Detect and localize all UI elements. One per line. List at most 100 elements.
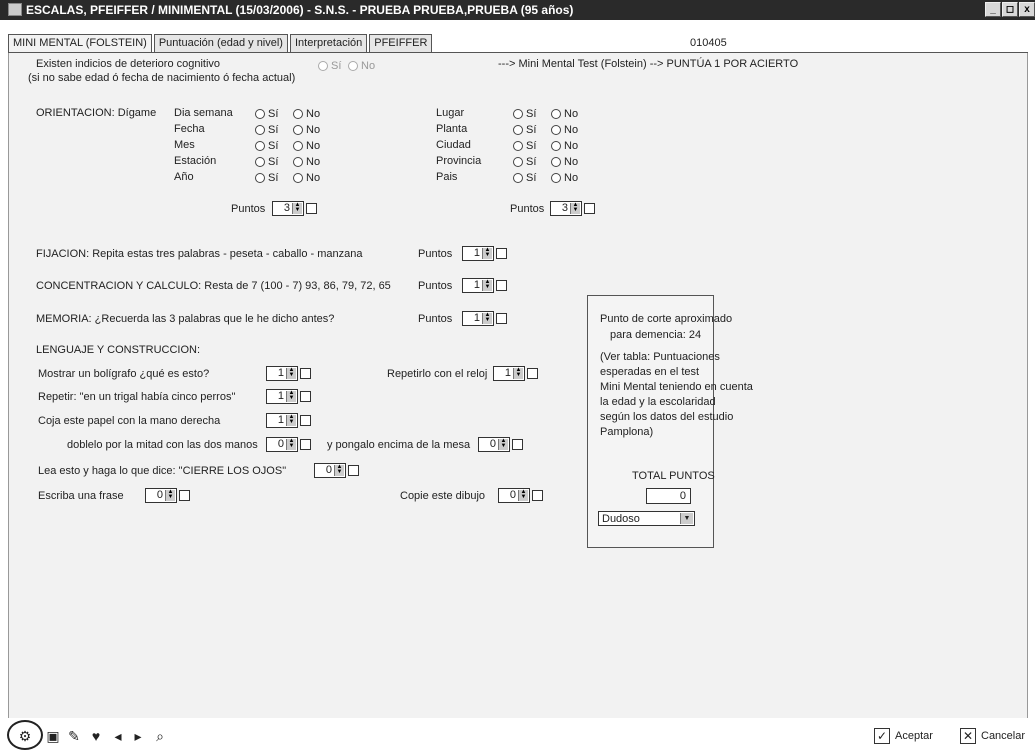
frase-checkbox[interactable] [179,490,190,501]
record-code: 010405 [690,37,727,49]
deterioro-label: Existen indicios de deterioro cognitivo [36,58,221,70]
estacion-si-radio[interactable]: Sí [255,156,278,168]
tab-puntuacion[interactable]: Puntuación (edad y nivel) [153,34,288,53]
mes-no-radio[interactable]: No [293,140,320,152]
fijacion-label: FIJACION: Repita estas tres palabras - p… [36,248,363,260]
reloj-label: Repetirlo con el reloj [387,368,488,380]
fecha-no-radio[interactable]: No [293,124,320,136]
doblelo-spinner[interactable]: 0 ▲ ▼ [266,437,311,452]
concentracion-checkbox[interactable] [496,280,507,291]
tab-pfeiffer[interactable]: PFEIFFER [369,34,433,53]
orient-item-estacion: Estación [174,155,217,167]
fecha-si-radio[interactable]: Sí [255,124,278,136]
orient-item-lugar: Lugar [436,107,465,119]
deterioro-note: (si no sabe edad ó fecha de nacimiento ó… [28,72,296,84]
orient-left-checkbox[interactable] [306,203,317,214]
ver-line-6: Pamplona) [600,426,654,438]
app-icon [8,3,22,16]
orient-item-fecha: Fecha [174,123,205,135]
orient-item-ciudad: Ciudad [436,139,471,151]
estacion-no-radio[interactable]: No [293,156,320,168]
heart-icon[interactable]: ♥ [88,728,104,744]
fijacion-spinner[interactable]: 1 ▲ ▼ [462,246,507,261]
lea-label: Lea esto y haga lo que dice: "CIERRE LOS… [38,465,287,477]
dia-semana-no-radio[interactable]: No [293,108,320,120]
lea-spinner[interactable]: 0 ▲ ▼ [314,463,359,478]
memoria-spinner[interactable]: 1 ▲ ▼ [462,311,507,326]
reloj-spinner[interactable]: 1 ▲ ▼ [493,366,538,381]
maximize-button[interactable]: ◻ [1002,2,1018,17]
ano-si-radio[interactable]: Sí [255,172,278,184]
aceptar-button[interactable]: ✓ Aceptar [874,728,933,744]
lugar-si-radio[interactable]: Sí [513,108,536,120]
papel-label: Coja este papel con la mano derecha [38,415,221,427]
orientacion-label: ORIENTACION: Dígame [36,107,157,119]
ver-line-3: Mini Mental teniendo en cuenta [600,381,753,393]
ano-no-radio[interactable]: No [293,172,320,184]
ver-line-2: esperadas en el test [600,366,700,378]
orient-item-mes: Mes [174,139,195,151]
prev-icon[interactable]: ◂ [110,728,126,744]
tab-interpretacion[interactable]: Interpretación [289,34,368,53]
main-panel [8,53,1028,718]
resultado-select[interactable]: Dudoso ▼ [598,511,695,526]
save-icon[interactable]: ▣ [45,728,61,744]
total-puntos-label: TOTAL PUNTOS [632,470,715,482]
planta-no-radio[interactable]: No [551,124,578,136]
concentracion-spinner[interactable]: 1 ▲ ▼ [462,278,507,293]
concentracion-puntos-label: Puntos [418,280,453,292]
provincia-no-radio[interactable]: No [551,156,578,168]
boligrafo-checkbox[interactable] [300,368,311,379]
provincia-si-radio[interactable]: Sí [513,156,536,168]
orient-puntos-left-spinner[interactable]: 3 ▲ ▼ [272,201,317,216]
encima-spinner[interactable]: 0 ▲ ▼ [478,437,523,452]
lugar-no-radio[interactable]: No [551,108,578,120]
concentracion-label: CONCENTRACION Y CALCULO: Resta de 7 (100… [36,280,391,292]
check-icon: ✓ [874,728,890,744]
frase-label: Escriba una frase [38,490,124,502]
boligrafo-spinner[interactable]: 1 ▲ ▼ [266,366,311,381]
close-button[interactable]: x [1019,2,1035,17]
planta-si-radio[interactable]: Sí [513,124,536,136]
doblelo-checkbox[interactable] [300,439,311,450]
mes-si-radio[interactable]: Sí [255,140,278,152]
memoria-label: MEMORIA: ¿Recuerda las 3 palabras que le… [36,313,335,325]
memoria-checkbox[interactable] [496,313,507,324]
chevron-down-icon[interactable]: ▼ [680,513,693,524]
title-bar: ESCALAS, PFEIFFER / MINIMENTAL (15/03/20… [0,0,1035,20]
fijacion-checkbox[interactable] [496,248,507,259]
dibujo-spinner[interactable]: 0 ▲ ▼ [498,488,543,503]
search-icon[interactable]: ⌕ [152,728,168,744]
papel-spinner[interactable]: 1 ▲ ▼ [266,413,311,428]
minimize-button[interactable]: _ [985,2,1001,17]
orient-item-planta: Planta [436,123,468,135]
dia-semana-si-radio[interactable]: Sí [255,108,278,120]
repetir-spinner[interactable]: 1 ▲ ▼ [266,389,311,404]
orient-item-pais: Pais [436,171,458,183]
pais-no-radio[interactable]: No [551,172,578,184]
reloj-checkbox[interactable] [527,368,538,379]
frase-spinner[interactable]: 0 ▲ ▼ [145,488,190,503]
tab-mini-mental[interactable]: MINI MENTAL (FOLSTEIN) [8,34,152,53]
cancelar-button[interactable]: ✕ Cancelar [960,728,1025,744]
ciudad-no-radio[interactable]: No [551,140,578,152]
orient-puntos-right-spinner[interactable]: 3 ▲ ▼ [550,201,595,216]
ciudad-si-radio[interactable]: Sí [513,140,536,152]
doblelo-label: doblelo por la mitad con las dos manos [67,439,258,451]
dibujo-checkbox[interactable] [532,490,543,501]
resultado-select-value: Dudoso [602,513,640,525]
settings-icon[interactable]: ⚙ [17,728,33,744]
pais-si-radio[interactable]: Sí [513,172,536,184]
orient-right-checkbox[interactable] [584,203,595,214]
repetir-checkbox[interactable] [300,391,311,402]
next-icon[interactable]: ▸ [130,728,146,744]
deterioro-no-radio[interactable]: No [348,60,375,72]
total-puntos-field[interactable]: 0 [646,488,691,504]
lea-checkbox[interactable] [348,465,359,476]
papel-checkbox[interactable] [300,415,311,426]
encima-checkbox[interactable] [512,439,523,450]
orient-item-provincia: Provincia [436,155,482,167]
deterioro-si-radio[interactable]: Sí [318,60,341,72]
cancel-x-icon: ✕ [960,728,976,744]
edit-icon[interactable]: ✎ [66,728,82,744]
